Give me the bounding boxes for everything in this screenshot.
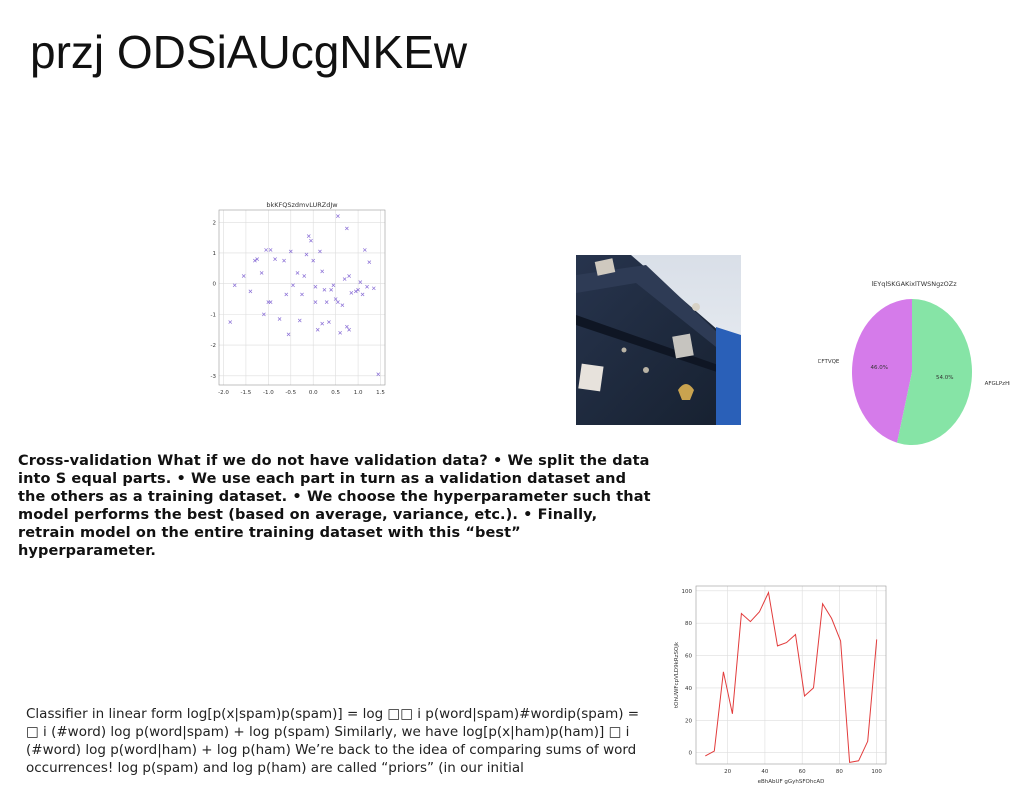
scatter-point [232, 283, 237, 288]
pie-label: cnCFTVQE [818, 359, 840, 365]
scatter-point [340, 303, 345, 308]
line-series [705, 590, 878, 763]
line-ylabel: tOhUWFcpVLD9kRzSOjk [674, 641, 680, 708]
scatter-xtick-label: -1.5 [241, 390, 252, 396]
scatter-point [306, 234, 311, 238]
scatter-point [349, 291, 354, 295]
scatter-ytick-label: 0 [213, 282, 217, 288]
scatter-point [297, 318, 302, 323]
scatter-point [259, 271, 264, 275]
scatter-point [302, 274, 307, 278]
scatter-point [347, 274, 351, 278]
pie-chart: lEYqlSKGAKixlTWSNgzOZz cnCFTVQE 46.0% AFGLP… [818, 280, 1010, 445]
line-xtick-label: 60 [799, 769, 806, 775]
line-xtick-label: 40 [761, 769, 768, 775]
line-xtick-label: 100 [871, 769, 882, 775]
scatter-point [295, 271, 300, 275]
scatter-point [315, 327, 320, 332]
scatter-point [320, 321, 325, 326]
scatter-xtick-label: 0.0 [309, 390, 318, 396]
line-xtick-label: 80 [836, 769, 843, 775]
scatter-point [320, 269, 325, 274]
pie-pct-label: 54.0% [936, 375, 953, 381]
scatter-point [318, 249, 322, 254]
pie-label: AFGLPzHiq [985, 381, 1010, 387]
scatter-xtick-label: -0.5 [285, 390, 296, 396]
scatter-point [324, 300, 329, 304]
scatter-point [360, 292, 365, 297]
scatter-point [228, 320, 233, 324]
scatter-point [273, 257, 277, 261]
scatter-point [291, 283, 295, 288]
scatter-point [347, 327, 351, 332]
scatter-ytick-label: 1 [213, 251, 217, 257]
line-ytick-label: 60 [685, 654, 692, 660]
scatter-title: bkKFQSzdmvLURZdJw [266, 201, 338, 209]
scatter-point [284, 292, 289, 297]
photo-image [576, 255, 741, 425]
scatter-point [304, 252, 309, 257]
scatter-point [277, 317, 282, 321]
classifier-paragraph: Classifier in linear form log[p(x|spam)p… [26, 706, 640, 776]
scatter-point [268, 300, 273, 304]
scatter-point [358, 280, 363, 284]
pie-title: lEYqlSKGAKixlTWSNgzOZz [871, 280, 957, 288]
line-chart: 20 40 60 80 100 0 20 40 60 80 100 eBhAbUF gGyhSFOhc… [674, 585, 887, 785]
photo-graphic [576, 255, 741, 425]
scatter-point [362, 248, 367, 252]
scatter-ytick-label: -3 [211, 374, 217, 380]
scatter-point [327, 320, 331, 324]
scatter-point [322, 287, 327, 292]
line-ytick-label: 0 [689, 751, 693, 757]
scatter-point [331, 283, 336, 288]
scatter-point [309, 238, 313, 243]
scatter-xtick-label: -1.0 [263, 390, 274, 396]
scatter-point [338, 330, 342, 335]
line-xtick-label: 20 [724, 769, 731, 775]
scatter-point [342, 277, 347, 281]
scatter-point [300, 292, 304, 297]
scatter-point [371, 286, 376, 291]
scatter-point [241, 274, 246, 278]
scatter-xtick-label: 1.5 [376, 390, 385, 396]
cross-validation-paragraph: Cross-validation What if we do not have … [18, 453, 651, 559]
scatter-point [282, 258, 286, 263]
scatter-point [345, 324, 349, 329]
scatter-point [376, 372, 381, 377]
scatter-point [336, 214, 340, 218]
scatter-point [367, 260, 372, 265]
line-ytick-label: 40 [685, 686, 692, 692]
scatter-ytick-label: -2 [211, 343, 216, 349]
scatter-chart: bkKFQSzdmvLURZdJw -2.0 -1.5 -1.0 -0.5 0.0 0.5 1… [211, 201, 386, 396]
scatter-point [248, 289, 253, 294]
scatter-point [264, 248, 268, 252]
line-ytick-label: 20 [685, 718, 692, 724]
scatter-xtick-label: 1.0 [354, 390, 363, 396]
scatter-point [286, 332, 291, 337]
line-ytick-label: 80 [685, 621, 692, 627]
scatter-ytick-label: 2 [213, 220, 217, 226]
scatter-ytick-label: -1 [211, 312, 216, 318]
scatter-point [365, 284, 369, 289]
scatter-point [336, 300, 340, 304]
scatter-point [268, 248, 273, 252]
line-xlabel: eBhAbUF gGyhSFOhcAD [758, 779, 825, 785]
scatter-xtick-label: 0.5 [331, 390, 340, 396]
scatter-point [345, 226, 349, 231]
slide-title: przj ODSiAUcgNKEw [30, 26, 468, 78]
line-ytick-label: 100 [682, 589, 693, 595]
pie-pct-label: 46.0% [871, 365, 888, 371]
scatter-xtick-label: -2.0 [218, 390, 229, 396]
scatter-frame [218, 209, 386, 386]
scatter-point [313, 300, 318, 304]
scatter-point [329, 287, 334, 292]
scatter-point [313, 284, 318, 289]
